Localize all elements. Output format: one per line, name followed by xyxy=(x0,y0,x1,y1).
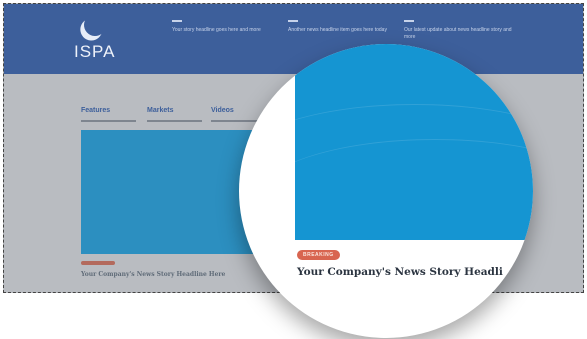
tab-features[interactable]: Features xyxy=(81,107,136,122)
nav-item-text: Our latest update about news headline st… xyxy=(404,27,512,40)
category-badge-zoomed: BREAKING xyxy=(297,250,340,260)
logo[interactable]: ISPA xyxy=(64,12,124,68)
magnifier-lens: BREAKING Your Company's News Story Headl… xyxy=(239,44,533,338)
nav-item-text: Your story headline goes here and more xyxy=(172,27,261,33)
article-headline[interactable]: Your Company's News Story Headline Here xyxy=(81,271,225,278)
nav-item-1[interactable]: Your story headline goes here and more xyxy=(172,20,282,34)
nav-tick xyxy=(288,20,298,22)
article-headline-zoomed: Your Company's News Story Headli xyxy=(297,266,503,278)
logo-text: ISPA xyxy=(74,42,116,61)
nav-tick xyxy=(404,20,414,22)
tab-markets[interactable]: Markets xyxy=(147,107,202,122)
moon-icon xyxy=(81,11,109,39)
nav-item-2[interactable]: Another news headline item goes here tod… xyxy=(288,20,398,34)
nav-item-text: Another news headline item goes here tod… xyxy=(288,27,387,33)
article-image-zoomed xyxy=(239,44,533,240)
nav-item-3[interactable]: Our latest update about news headline st… xyxy=(404,20,514,41)
nav-tick xyxy=(172,20,182,22)
article-category-badge xyxy=(81,261,115,265)
